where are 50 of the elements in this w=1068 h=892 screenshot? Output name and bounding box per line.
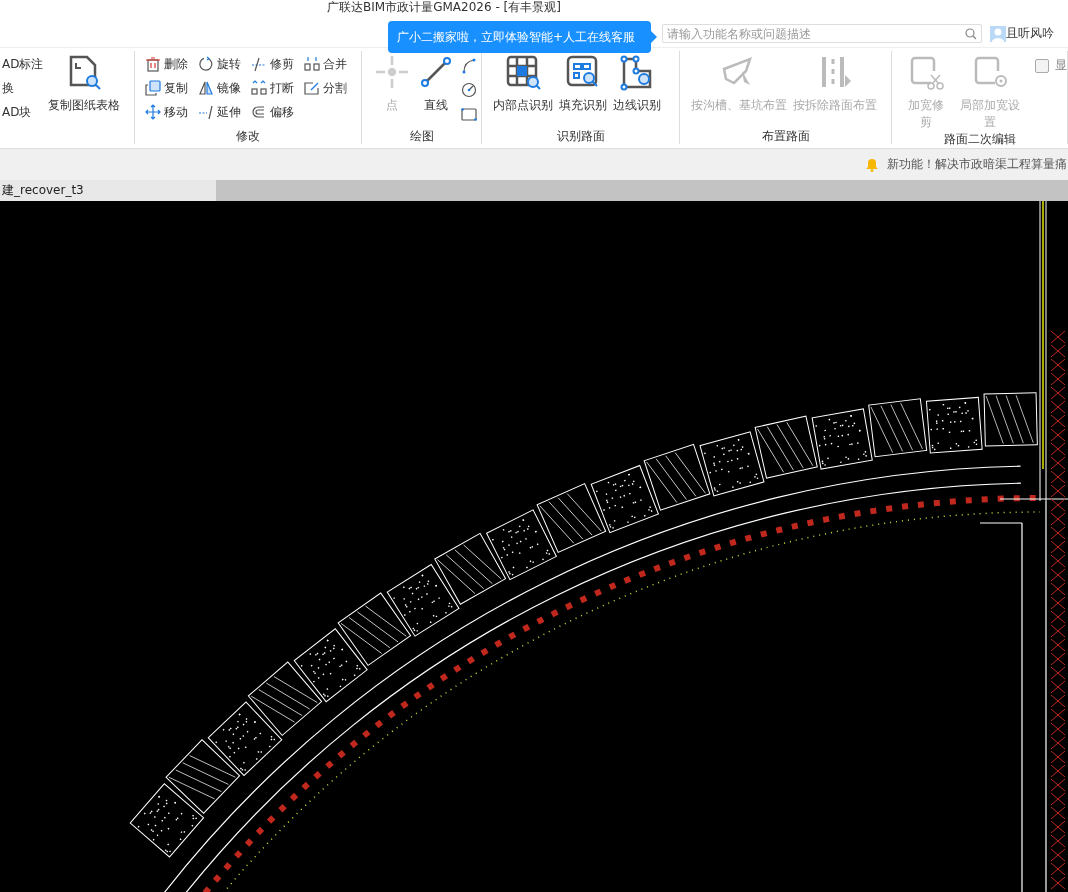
ribbon-button[interactable]: 修剪 (249, 53, 296, 75)
checkbox-label: 显 (1055, 57, 1067, 74)
trim-icon (251, 56, 267, 72)
group-label: 绘图 (409, 129, 434, 143)
document-tab[interactable]: 建_recover_t3 (0, 180, 216, 201)
trash-icon (145, 56, 161, 72)
avatar-icon (990, 25, 1006, 42)
crosshair-point-icon (373, 53, 411, 91)
user-name[interactable]: 且听风吟 (1006, 25, 1054, 42)
ribbon-button[interactable]: 合并 (302, 53, 349, 75)
ribbon-button[interactable]: AD块 (0, 101, 46, 123)
break-icon (251, 80, 267, 96)
ribbon-button[interactable]: 复制 (143, 77, 190, 99)
ribbon-button[interactable]: 移动 (143, 101, 190, 123)
bell-icon (865, 157, 879, 172)
rotate-icon (198, 56, 214, 72)
group-label: 识别路面 (556, 129, 605, 143)
copy-icon (145, 80, 161, 96)
ribbon-button[interactable]: 旋转 (196, 53, 243, 75)
ribbon-button[interactable]: 直线 (414, 53, 458, 114)
group-label: 修改 (236, 129, 260, 143)
window-title: 广联达BIM市政计量GMA2026 - [有丰景观] (327, 0, 561, 14)
ribbon-button[interactable]: 换 (0, 77, 46, 99)
ribbon-button[interactable]: 分割 (302, 77, 349, 99)
split-icon (304, 80, 320, 96)
move-arrows-icon (145, 104, 161, 120)
ribbon-button[interactable]: 打断 (249, 77, 296, 99)
ribbon-button[interactable]: 填充识别 (556, 53, 610, 114)
rectangle-icon (461, 106, 477, 122)
group-label: 布置路面 (761, 129, 810, 143)
search-field[interactable]: 请输入功能名称或问题描述 (662, 24, 982, 43)
checkbox[interactable] (1035, 58, 1049, 73)
search-icon (965, 28, 977, 40)
ribbon-button[interactable]: 删除 (143, 53, 190, 75)
ribbon-button[interactable]: 边线识别 (610, 53, 664, 114)
extend-icon (198, 104, 214, 120)
group-label: 路面二次编辑 (943, 132, 1016, 146)
ribbon-button[interactable]: 内部点识别 (490, 53, 556, 114)
merge-icon (304, 56, 320, 72)
ribbon-button[interactable]: 偏移 (249, 101, 296, 123)
circle-icon (461, 82, 477, 98)
ribbon-button[interactable]: AD标注 (0, 53, 46, 75)
notice-text[interactable]: 新功能！解决市政暗渠工程算量痛 (887, 157, 1067, 172)
mirror-icon (198, 80, 214, 96)
grid-search-icon (504, 53, 542, 91)
offset-icon (251, 104, 267, 120)
ribbon-button[interactable]: 镜像 (196, 77, 243, 99)
ribbon-button[interactable]: 延伸 (196, 101, 243, 123)
ribbon-button[interactable]: 复制图纸表格 (45, 53, 124, 114)
arc-icon (461, 58, 477, 74)
